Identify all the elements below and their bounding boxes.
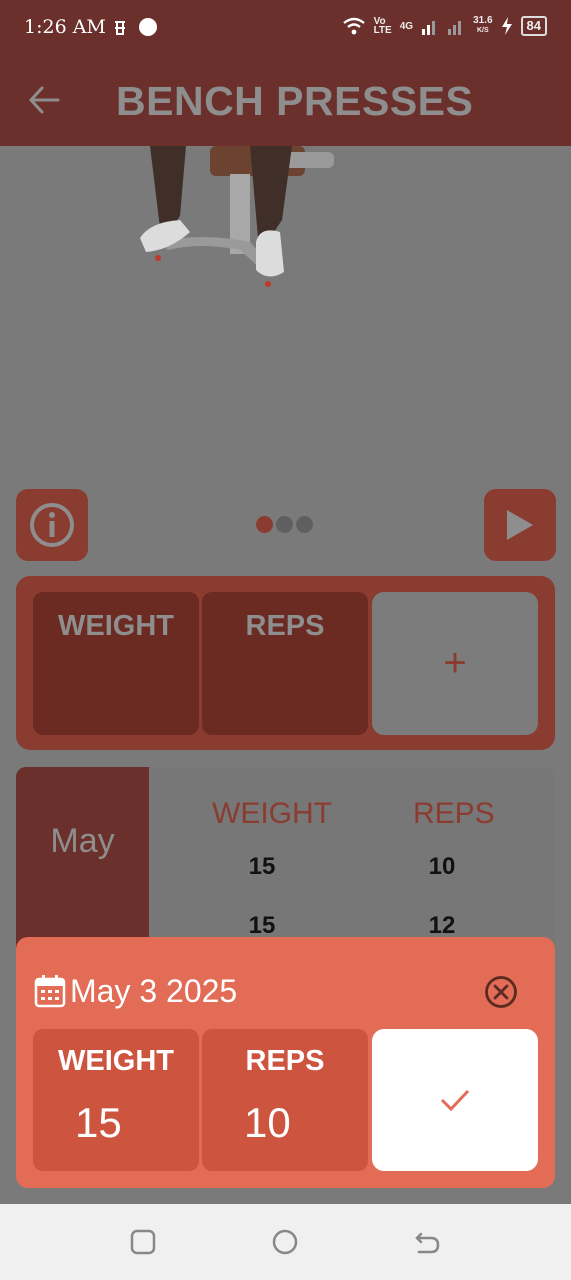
history-weight-value: 15 [248,853,276,880]
play-icon [507,510,533,540]
edit-set-sheet: May 3 2025 WEIGHT 15 REPS 10 [16,937,555,1188]
sheet-reps-label: REPS [245,1045,325,1077]
notification-icon [115,21,125,35]
sheet-weight-value: 15 [75,1099,122,1146]
system-nav-bar [0,1204,571,1280]
dot-icon [139,18,157,36]
wifi-icon [342,17,365,35]
check-icon [440,1089,470,1111]
status-time: 1:26 AM [24,16,106,38]
plus-icon: + [443,641,467,685]
network-label: 4G [399,20,414,32]
page-dot [256,516,273,533]
weight-label: WEIGHT [58,610,174,642]
square-icon[interactable] [129,1228,157,1256]
page-indicator [256,516,313,533]
exercise-illustration [140,146,334,287]
volte-label: Vo LTE [373,16,392,36]
history-reps-value: 12 [428,912,456,939]
battery-indicator: 84 [520,16,547,36]
add-set-button[interactable]: + [372,592,538,735]
sheet-weight-field[interactable]: WEIGHT 15 [33,1029,199,1171]
info-button[interactable] [16,489,88,561]
history-reps-value: 10 [428,853,456,880]
charging-icon [501,17,512,35]
signal-icon [422,21,436,35]
history-reps-header: REPS [413,797,495,830]
speed-value: 31.6 [473,15,493,26]
set-input-card: WEIGHT REPS + [16,576,555,750]
reps-label: REPS [245,610,325,642]
nav-back-icon[interactable] [413,1228,441,1256]
page-title: BENCH PRESSES [116,78,474,124]
signal-2-icon [448,21,462,35]
confirm-button[interactable] [372,1029,538,1171]
info-icon [30,503,74,547]
sheet-weight-label: WEIGHT [58,1045,174,1077]
play-button[interactable] [484,489,556,561]
page-dot [276,516,293,533]
page-dot [296,516,313,533]
arrow-left-icon[interactable] [26,82,62,118]
speed-readout: 31.6 K/S [473,16,492,36]
calendar-icon [34,975,66,1008]
circle-icon[interactable] [271,1228,299,1256]
status-bar: 1:26 AM Vo LTE 4G 31.6 K/S 84 [0,0,571,58]
history-weight-header: WEIGHT [212,797,332,830]
sheet-date: May 3 2025 [70,973,238,1009]
close-circle-icon[interactable] [484,975,518,1009]
speed-unit: K/S [476,27,489,34]
month-label: May [50,822,115,860]
app-bar: BENCH PRESSES [0,58,571,146]
reps-input[interactable]: REPS [202,592,368,735]
sheet-reps-value: 10 [244,1099,291,1146]
weight-input[interactable]: WEIGHT [33,592,199,735]
history-weight-value: 15 [248,912,276,939]
sheet-reps-field[interactable]: REPS 10 [202,1029,368,1171]
